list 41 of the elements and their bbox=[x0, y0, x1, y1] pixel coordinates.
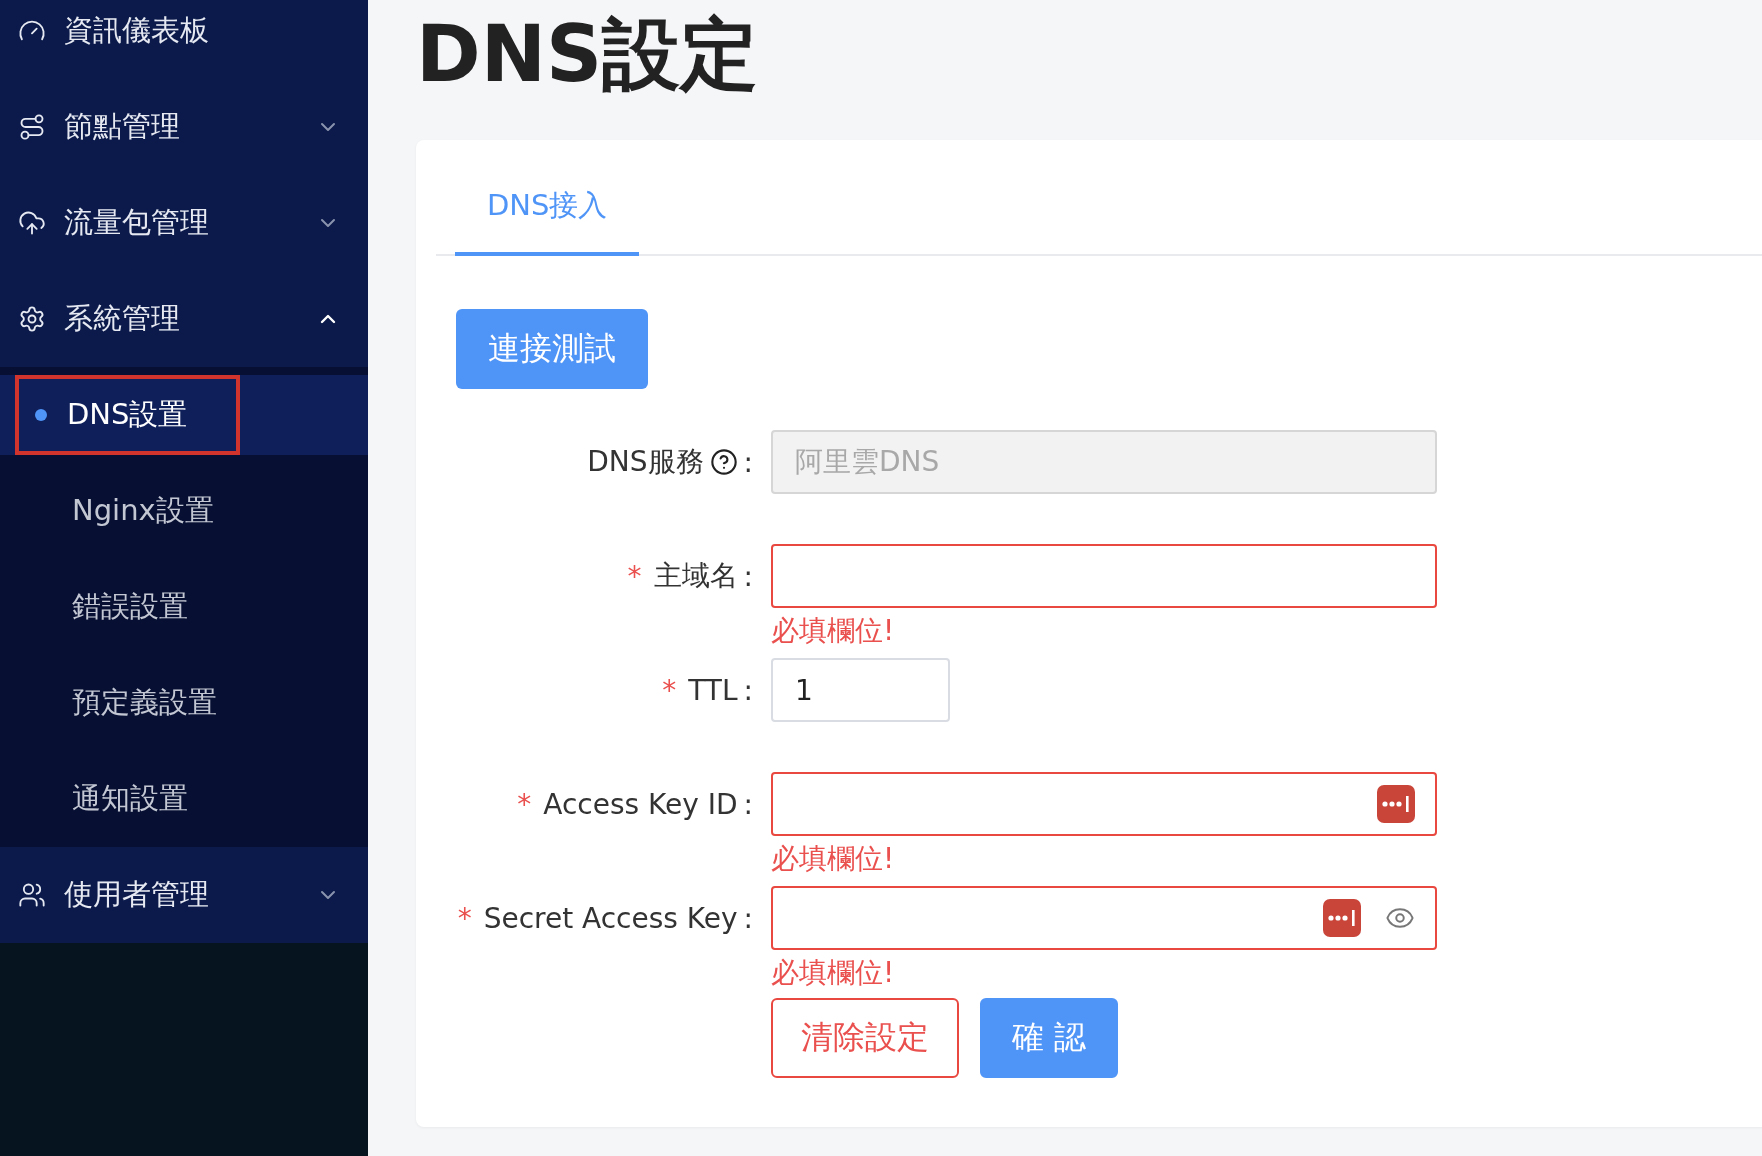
error-message: 必填欄位! bbox=[771, 613, 895, 649]
menu-icon bbox=[18, 113, 46, 141]
password-manager-icon[interactable] bbox=[1377, 785, 1415, 823]
field-label: TTL bbox=[688, 673, 738, 707]
field-label: Secret Access Key bbox=[483, 901, 738, 935]
label-colon: : bbox=[743, 559, 753, 593]
required-mark: * bbox=[662, 673, 677, 707]
input-field[interactable]: 1 bbox=[771, 658, 950, 722]
error-message: 必填欄位! bbox=[771, 841, 895, 877]
submenu-item[interactable]: 預定義設置 bbox=[15, 663, 240, 743]
submenu-item[interactable]: 通知設置 bbox=[15, 759, 240, 839]
menu-icon bbox=[18, 305, 46, 333]
input-field[interactable] bbox=[771, 886, 1437, 950]
required-mark: * bbox=[457, 901, 472, 935]
field-label: Access Key ID bbox=[543, 787, 738, 821]
input-field[interactable] bbox=[771, 772, 1437, 836]
label-colon: : bbox=[743, 673, 753, 707]
submenu-item[interactable]: 錯誤設置 bbox=[15, 567, 240, 647]
clear-button[interactable]: 清除設定 bbox=[771, 998, 959, 1078]
submenu-item[interactable]: Nginx設置 bbox=[15, 471, 240, 551]
sidebar-item[interactable]: 節點管理 bbox=[0, 79, 368, 175]
sidebar-item[interactable]: 流量包管理 bbox=[0, 175, 368, 271]
label-colon: : bbox=[743, 787, 753, 821]
field-label: DNS服務 bbox=[587, 444, 704, 480]
label-colon: : bbox=[743, 901, 753, 935]
required-mark: * bbox=[517, 787, 532, 821]
password-manager-icon[interactable] bbox=[1323, 899, 1361, 937]
input-field[interactable] bbox=[771, 544, 1437, 608]
sidebar-item[interactable]: 使用者管理 bbox=[0, 847, 368, 943]
error-message: 必填欄位! bbox=[771, 955, 895, 991]
field-label: 主域名 bbox=[653, 558, 738, 594]
sidebar-item[interactable]: 系統管理 bbox=[0, 271, 368, 367]
submenu-item[interactable]: DNS設置 bbox=[15, 375, 240, 455]
menu-icon bbox=[18, 881, 46, 909]
label-colon: : bbox=[743, 445, 753, 479]
sidebar-item[interactable]: 資訊儀表板 bbox=[0, 0, 368, 79]
active-dot-icon bbox=[35, 409, 47, 421]
required-mark: * bbox=[627, 559, 642, 593]
page-title: DNS設定 bbox=[416, 12, 760, 101]
menu-icon bbox=[18, 209, 46, 237]
input-value[interactable]: 1 bbox=[793, 672, 928, 708]
